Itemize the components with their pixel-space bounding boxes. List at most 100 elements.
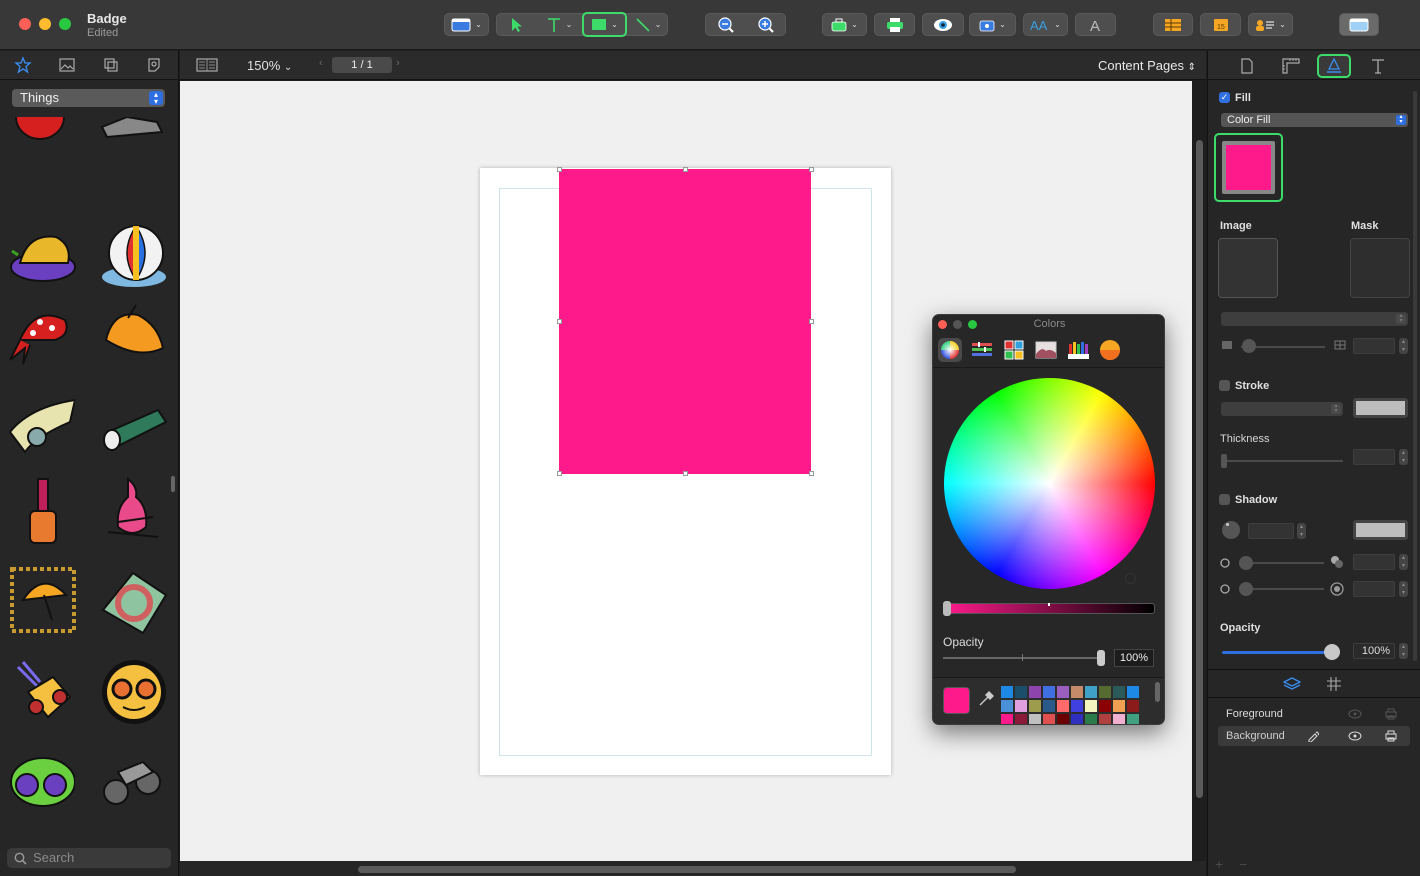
color-wheel[interactable]: [944, 378, 1155, 589]
color-swatch[interactable]: [1029, 714, 1041, 724]
color-palettes-tab[interactable]: [1002, 338, 1026, 362]
clipart-watering-can[interactable]: [97, 117, 167, 142]
document-page[interactable]: [480, 167, 891, 775]
color-swatch[interactable]: [1057, 686, 1069, 698]
thickness-slider-knob[interactable]: [1221, 454, 1227, 468]
inspector-opacity-knob[interactable]: [1324, 644, 1340, 660]
custom-palette-tab[interactable]: [1098, 338, 1122, 362]
color-swatch[interactable]: [1043, 686, 1055, 698]
inspector-opacity-field[interactable]: 100%: [1353, 643, 1395, 659]
mask-well[interactable]: [1350, 238, 1410, 298]
color-swatch[interactable]: [1015, 714, 1027, 724]
inspector-scrollbar[interactable]: [1413, 91, 1417, 661]
color-wheel-cursor[interactable]: [1125, 573, 1136, 584]
color-swatch[interactable]: [1113, 714, 1125, 724]
color-swatch[interactable]: [1001, 700, 1013, 712]
section-select[interactable]: Content Pages ⇕: [1098, 58, 1196, 73]
stroke-style-select[interactable]: ▴ ▾: [1221, 402, 1343, 416]
color-swatch[interactable]: [1099, 700, 1111, 712]
color-swatch[interactable]: [1043, 714, 1055, 724]
color-swatch[interactable]: [1071, 700, 1083, 712]
inspector-opacity-stepper[interactable]: ▴ ▾: [1399, 643, 1408, 659]
clipart-goggles-face[interactable]: [98, 657, 168, 727]
printer-icon[interactable]: [1385, 730, 1397, 742]
text-tool-button[interactable]: ⌄: [539, 13, 579, 36]
add-layer-button[interactable]: +: [1215, 856, 1223, 872]
selected-rectangle-shape[interactable]: [559, 169, 811, 474]
opacity-slider[interactable]: [943, 657, 1103, 659]
next-page-button[interactable]: ›: [396, 57, 400, 69]
layer-row-foreground[interactable]: Foreground: [1218, 704, 1410, 724]
zoom-in-button[interactable]: [746, 13, 785, 36]
select-tool-button[interactable]: [497, 13, 537, 36]
previous-page-button[interactable]: ‹: [319, 57, 323, 69]
color-swatch[interactable]: [1099, 714, 1111, 724]
text-style-button[interactable]: AA ⌄: [1023, 13, 1068, 36]
clipart-umbrella-frame[interactable]: [8, 565, 78, 635]
color-swatch[interactable]: [1085, 714, 1097, 724]
zoom-window-button[interactable]: [59, 18, 71, 30]
color-swatch[interactable]: [1043, 700, 1055, 712]
current-color-swatch[interactable]: [943, 687, 970, 714]
clipart-camera-flash[interactable]: [5, 392, 75, 462]
color-swatch[interactable]: [1057, 714, 1069, 724]
close-window-button[interactable]: [19, 18, 31, 30]
clipart-tomato[interactable]: [5, 117, 75, 142]
calendar-button[interactable]: 15: [1200, 13, 1241, 36]
color-swatch[interactable]: [1085, 700, 1097, 712]
opacity-value-field[interactable]: 100%: [1114, 649, 1154, 667]
fonts-button[interactable]: A: [1075, 13, 1116, 36]
zoom-level-select[interactable]: 150% ⌄: [247, 58, 292, 73]
color-swatch[interactable]: [1071, 714, 1083, 724]
library-category-select[interactable]: Things ▴ ▾: [12, 89, 165, 107]
color-swatch[interactable]: [1057, 700, 1069, 712]
document-inspector-tab[interactable]: [1230, 54, 1264, 78]
resize-handle-left[interactable]: [557, 319, 562, 324]
shadow-blur-field[interactable]: [1353, 581, 1395, 597]
text-inspector-tab[interactable]: [1361, 54, 1395, 78]
thickness-slider[interactable]: [1221, 460, 1343, 462]
color-swatch[interactable]: [1015, 700, 1027, 712]
line-tool-button[interactable]: ⌄: [629, 13, 667, 36]
minimize-window-button[interactable]: [39, 18, 51, 30]
image-well[interactable]: [1218, 238, 1278, 298]
color-swatch[interactable]: [1029, 686, 1041, 698]
clipart-binoculars-ray[interactable]: [8, 657, 78, 727]
clipart-bandana[interactable]: [5, 300, 75, 370]
shadow-offset-knob[interactable]: [1239, 556, 1253, 570]
preview-button[interactable]: [922, 13, 964, 36]
thickness-stepper[interactable]: ▴ ▾: [1399, 449, 1408, 465]
image-palettes-tab[interactable]: [1034, 338, 1058, 362]
color-swatch[interactable]: [1085, 686, 1097, 698]
pencil-icon[interactable]: [1307, 730, 1319, 742]
color-wheel-tab[interactable]: [938, 338, 962, 362]
inspector-toggle-button[interactable]: [1339, 13, 1379, 36]
color-swatch[interactable]: [1099, 686, 1111, 698]
print-button[interactable]: [874, 13, 915, 36]
shadow-blur-stepper[interactable]: ▴ ▾: [1399, 581, 1408, 597]
color-swatch[interactable]: [1127, 700, 1139, 712]
shadow-angle-knob[interactable]: [1222, 521, 1240, 539]
eyedropper-icon[interactable]: [977, 690, 995, 708]
resize-handle-top-left[interactable]: [557, 167, 562, 172]
stickers-tab-icon[interactable]: [145, 56, 163, 74]
clipart-letters-art[interactable]: OXO: [5, 835, 75, 837]
thickness-field[interactable]: [1353, 449, 1395, 465]
clipart-nail-polish[interactable]: [8, 477, 78, 547]
color-swatch[interactable]: [1001, 714, 1013, 724]
clipart-baseball-cap[interactable]: [8, 225, 78, 295]
shapes-tab-icon[interactable]: [102, 56, 120, 74]
fill-color-well[interactable]: [1214, 133, 1283, 202]
page-layout-icon[interactable]: [196, 58, 218, 72]
zoom-out-button[interactable]: [706, 13, 745, 36]
color-swatch[interactable]: [1001, 686, 1013, 698]
color-sliders-tab[interactable]: [970, 338, 994, 362]
contacts-button[interactable]: ⌄: [1248, 13, 1293, 36]
resize-handle-right[interactable]: [809, 319, 814, 324]
opacity-slider-knob[interactable]: [1097, 650, 1105, 666]
fill-checkbox[interactable]: ✓: [1219, 92, 1230, 103]
crayons-tab[interactable]: [1066, 338, 1090, 362]
swatch-scrollbar[interactable]: [1155, 682, 1160, 702]
shadow-blur-knob[interactable]: [1239, 582, 1253, 596]
shadow-color-well[interactable]: [1353, 520, 1408, 540]
